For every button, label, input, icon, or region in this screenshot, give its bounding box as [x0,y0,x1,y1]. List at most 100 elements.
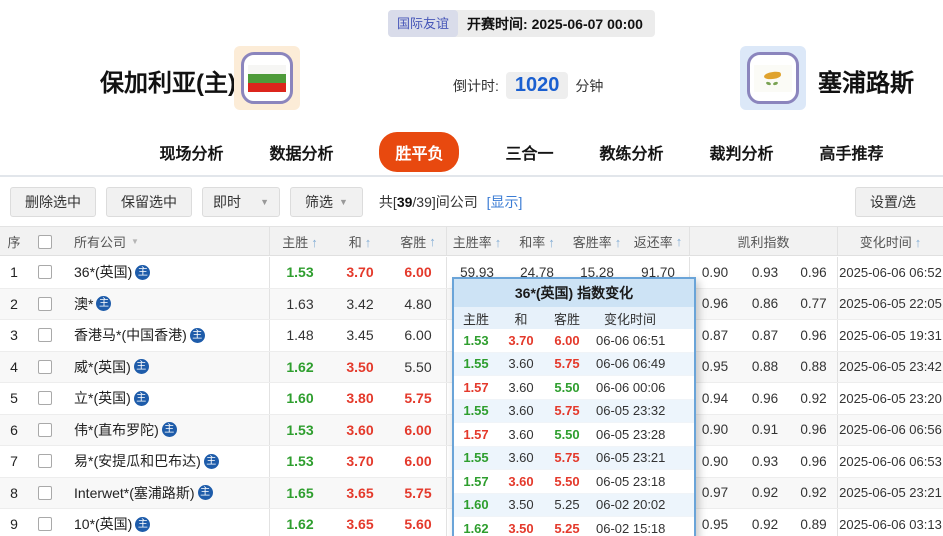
popup-row: 1.57 3.60 5.50 06-05 23:28 [454,423,694,447]
popup-home-odds: 1.57 [463,426,489,442]
col-home-odds[interactable]: 主胜 [270,232,330,251]
popup-draw-odds: 3.60 [508,403,534,419]
row-checkbox[interactable] [38,391,52,406]
home-badge-icon: 主 [133,390,149,406]
col-change-time[interactable]: 变化时间 [838,232,943,251]
row-checkbox[interactable] [38,517,52,532]
company-name[interactable]: 10*(英国) 主 [62,509,270,536]
change-time: 2025-06-05 22:05 [839,296,942,312]
row-checkbox[interactable] [38,454,52,469]
company-name[interactable]: 香港马*(中国香港) 主 [62,320,270,351]
chevron-down-icon: ▼ [260,196,269,207]
analysis-tabbar: 现场分析 数据分析 胜平负 三合一 教练分析 裁判分析 高手推荐 [0,128,943,177]
kelly-value: 0.87 [751,327,779,343]
tab-0[interactable]: 现场分析 [159,140,223,164]
select-all-checkbox-cell [28,233,62,249]
col-kelly: 凯利指数 [690,227,838,255]
row-checkbox[interactable] [38,328,52,343]
popup-change-time: 06-06 06:49 [596,356,666,372]
home-odds: 1.53 [286,453,314,470]
away-odds: 5.75 [390,477,447,508]
tab-2-active[interactable]: 胜平负 [379,131,460,172]
popup-away-odds: 5.50 [554,473,580,489]
home-team-name: 保加利亚(主) [100,70,236,97]
settings-button[interactable]: 设置/选 [855,187,943,217]
away-odds: 6.00 [390,257,447,288]
delete-selected-button[interactable]: 删除选中 [10,186,96,217]
company-label: 易*(安提瓜和巴布达) [74,453,201,470]
home-odds: 1.48 [286,327,314,344]
popup-col-time: 变化时间 [604,311,657,327]
popup-away-odds: 5.75 [554,356,580,372]
draw-odds: 3.60 [346,421,374,438]
popup-draw-odds: 3.60 [508,356,534,372]
popup-change-time: 06-06 06:51 [596,332,666,348]
select-all-checkbox[interactable] [38,234,52,249]
company-label: 立*(英国) [74,390,131,407]
col-draw-odds[interactable]: 和 [330,232,390,251]
col-draw-rate[interactable]: 和率 [507,232,567,251]
popup-away-odds: 5.75 [554,450,580,466]
away-odds: 4.80 [390,288,447,319]
filter-label: 筛选 [305,193,333,210]
popup-row: 1.53 3.70 6.00 06-06 06:51 [454,329,694,353]
summary-suffix: /39]间公司 [412,193,478,210]
company-name[interactable]: 澳* 主 [62,288,270,319]
popup-change-time: 06-05 23:21 [596,450,666,466]
time-filter-select[interactable]: 即时 ▼ [202,186,280,217]
popup-header: 主胜 和 客胜 变化时间 [454,307,694,329]
popup-row: 1.60 3.50 5.25 06-02 20:02 [454,493,694,517]
kickoff-time: 开赛时间: 2025-06-07 00:00 [467,14,643,34]
popup-col-home: 主胜 [462,311,489,327]
tab-5[interactable]: 裁判分析 [710,140,774,164]
tab-4[interactable]: 教练分析 [600,140,664,164]
row-checkbox-cell [28,446,62,477]
company-name[interactable]: 伟*(直布罗陀) 主 [62,414,270,445]
company-name[interactable]: Interwet*(塞浦路斯) 主 [62,477,270,508]
home-badge-icon: 主 [96,296,112,312]
row-checkbox[interactable] [38,296,52,311]
row-checkbox[interactable] [38,265,52,280]
bulgaria-flag-icon [241,52,293,104]
away-odds: 5.50 [390,351,447,382]
keep-selected-button[interactable]: 保留选中 [106,186,192,217]
kelly-value: 0.92 [790,383,838,414]
tab-3[interactable]: 三合一 [505,140,553,164]
tab-6[interactable]: 高手推荐 [820,140,884,164]
row-checkbox[interactable] [38,485,52,500]
company-name[interactable]: 立*(英国) 主 [62,383,270,414]
company-name[interactable]: 易*(安提瓜和巴布达) 主 [62,446,270,477]
league-badge[interactable]: 国际友谊 [388,10,459,37]
filter-dropdown[interactable]: 筛选 ▼ [290,186,363,217]
row-checkbox-cell [28,383,62,414]
popup-home-odds: 1.60 [463,497,489,513]
change-time: 2025-06-05 19:31 [839,327,942,343]
col-return-rate[interactable]: 返还率 [627,227,690,255]
tab-1[interactable]: 数据分析 [269,140,333,164]
popup-home-odds: 1.57 [463,379,489,395]
popup-row: 1.55 3.60 5.75 06-05 23:32 [454,399,694,423]
odds-change-popup: 36*(英国) 指数变化 主胜 和 客胜 变化时间 1.53 3.70 6.00 06… [452,277,696,536]
col-away-rate[interactable]: 客胜率 [567,232,627,251]
row-index: 6 [10,421,18,438]
draw-odds: 3.45 [346,327,374,344]
company-name[interactable]: 36*(英国) 主 [62,257,270,288]
col-home-rate[interactable]: 主胜率 [447,232,507,251]
col-company[interactable]: 所有公司 [62,227,270,255]
row-index: 2 [10,295,18,312]
home-badge-icon: 主 [135,516,151,532]
row-checkbox[interactable] [38,422,52,437]
company-label: 威*(英国) [74,358,131,375]
company-name[interactable]: 威*(英国) 主 [62,351,270,382]
col-away-odds[interactable]: 客胜 [390,227,447,255]
draw-odds: 3.70 [346,264,374,281]
popup-change-time: 06-06 00:06 [596,379,666,395]
countdown-value: 1020 [505,72,569,99]
row-checkbox[interactable] [38,359,52,374]
popup-row: 1.55 3.60 5.75 06-06 06:49 [454,352,694,376]
popup-home-odds: 1.55 [463,403,489,419]
show-link[interactable]: [显示] [487,194,523,210]
popup-draw-odds: 3.60 [508,450,534,466]
popup-draw-odds: 3.60 [508,473,534,489]
popup-home-odds: 1.57 [463,473,489,489]
